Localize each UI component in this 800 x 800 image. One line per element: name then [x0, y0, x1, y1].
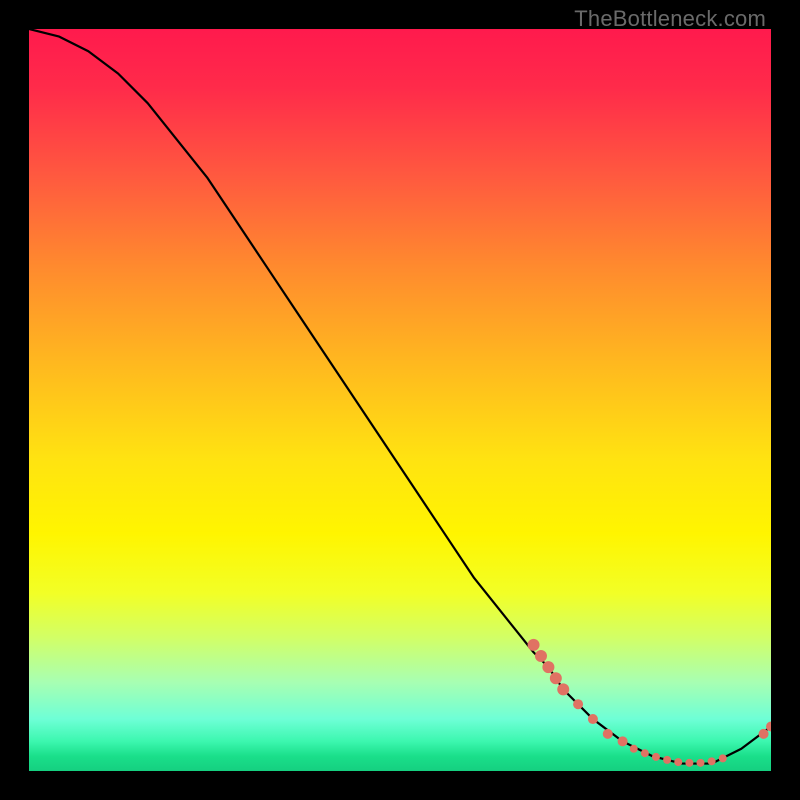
- bottleneck-curve: [29, 29, 771, 764]
- data-point-marker: [652, 753, 660, 761]
- data-point-marker: [759, 729, 769, 739]
- data-point-marker: [719, 754, 727, 762]
- marker-layer: [528, 639, 771, 767]
- curve-layer: [29, 29, 771, 764]
- data-point-marker: [618, 736, 628, 746]
- watermark-text: TheBottleneck.com: [574, 6, 766, 32]
- data-point-marker: [603, 729, 613, 739]
- data-point-marker: [630, 745, 638, 753]
- data-point-marker: [557, 683, 569, 695]
- data-point-marker: [528, 639, 540, 651]
- data-point-marker: [674, 758, 682, 766]
- data-point-marker: [697, 759, 705, 767]
- data-point-marker: [708, 757, 716, 765]
- data-point-marker: [542, 661, 554, 673]
- data-point-marker: [588, 714, 598, 724]
- data-point-marker: [685, 759, 693, 767]
- data-point-marker: [641, 749, 649, 757]
- data-point-marker: [550, 672, 562, 684]
- data-point-marker: [535, 650, 547, 662]
- data-point-marker: [663, 756, 671, 764]
- chart-frame: [29, 29, 771, 771]
- chart-svg: [29, 29, 771, 771]
- data-point-marker: [573, 699, 583, 709]
